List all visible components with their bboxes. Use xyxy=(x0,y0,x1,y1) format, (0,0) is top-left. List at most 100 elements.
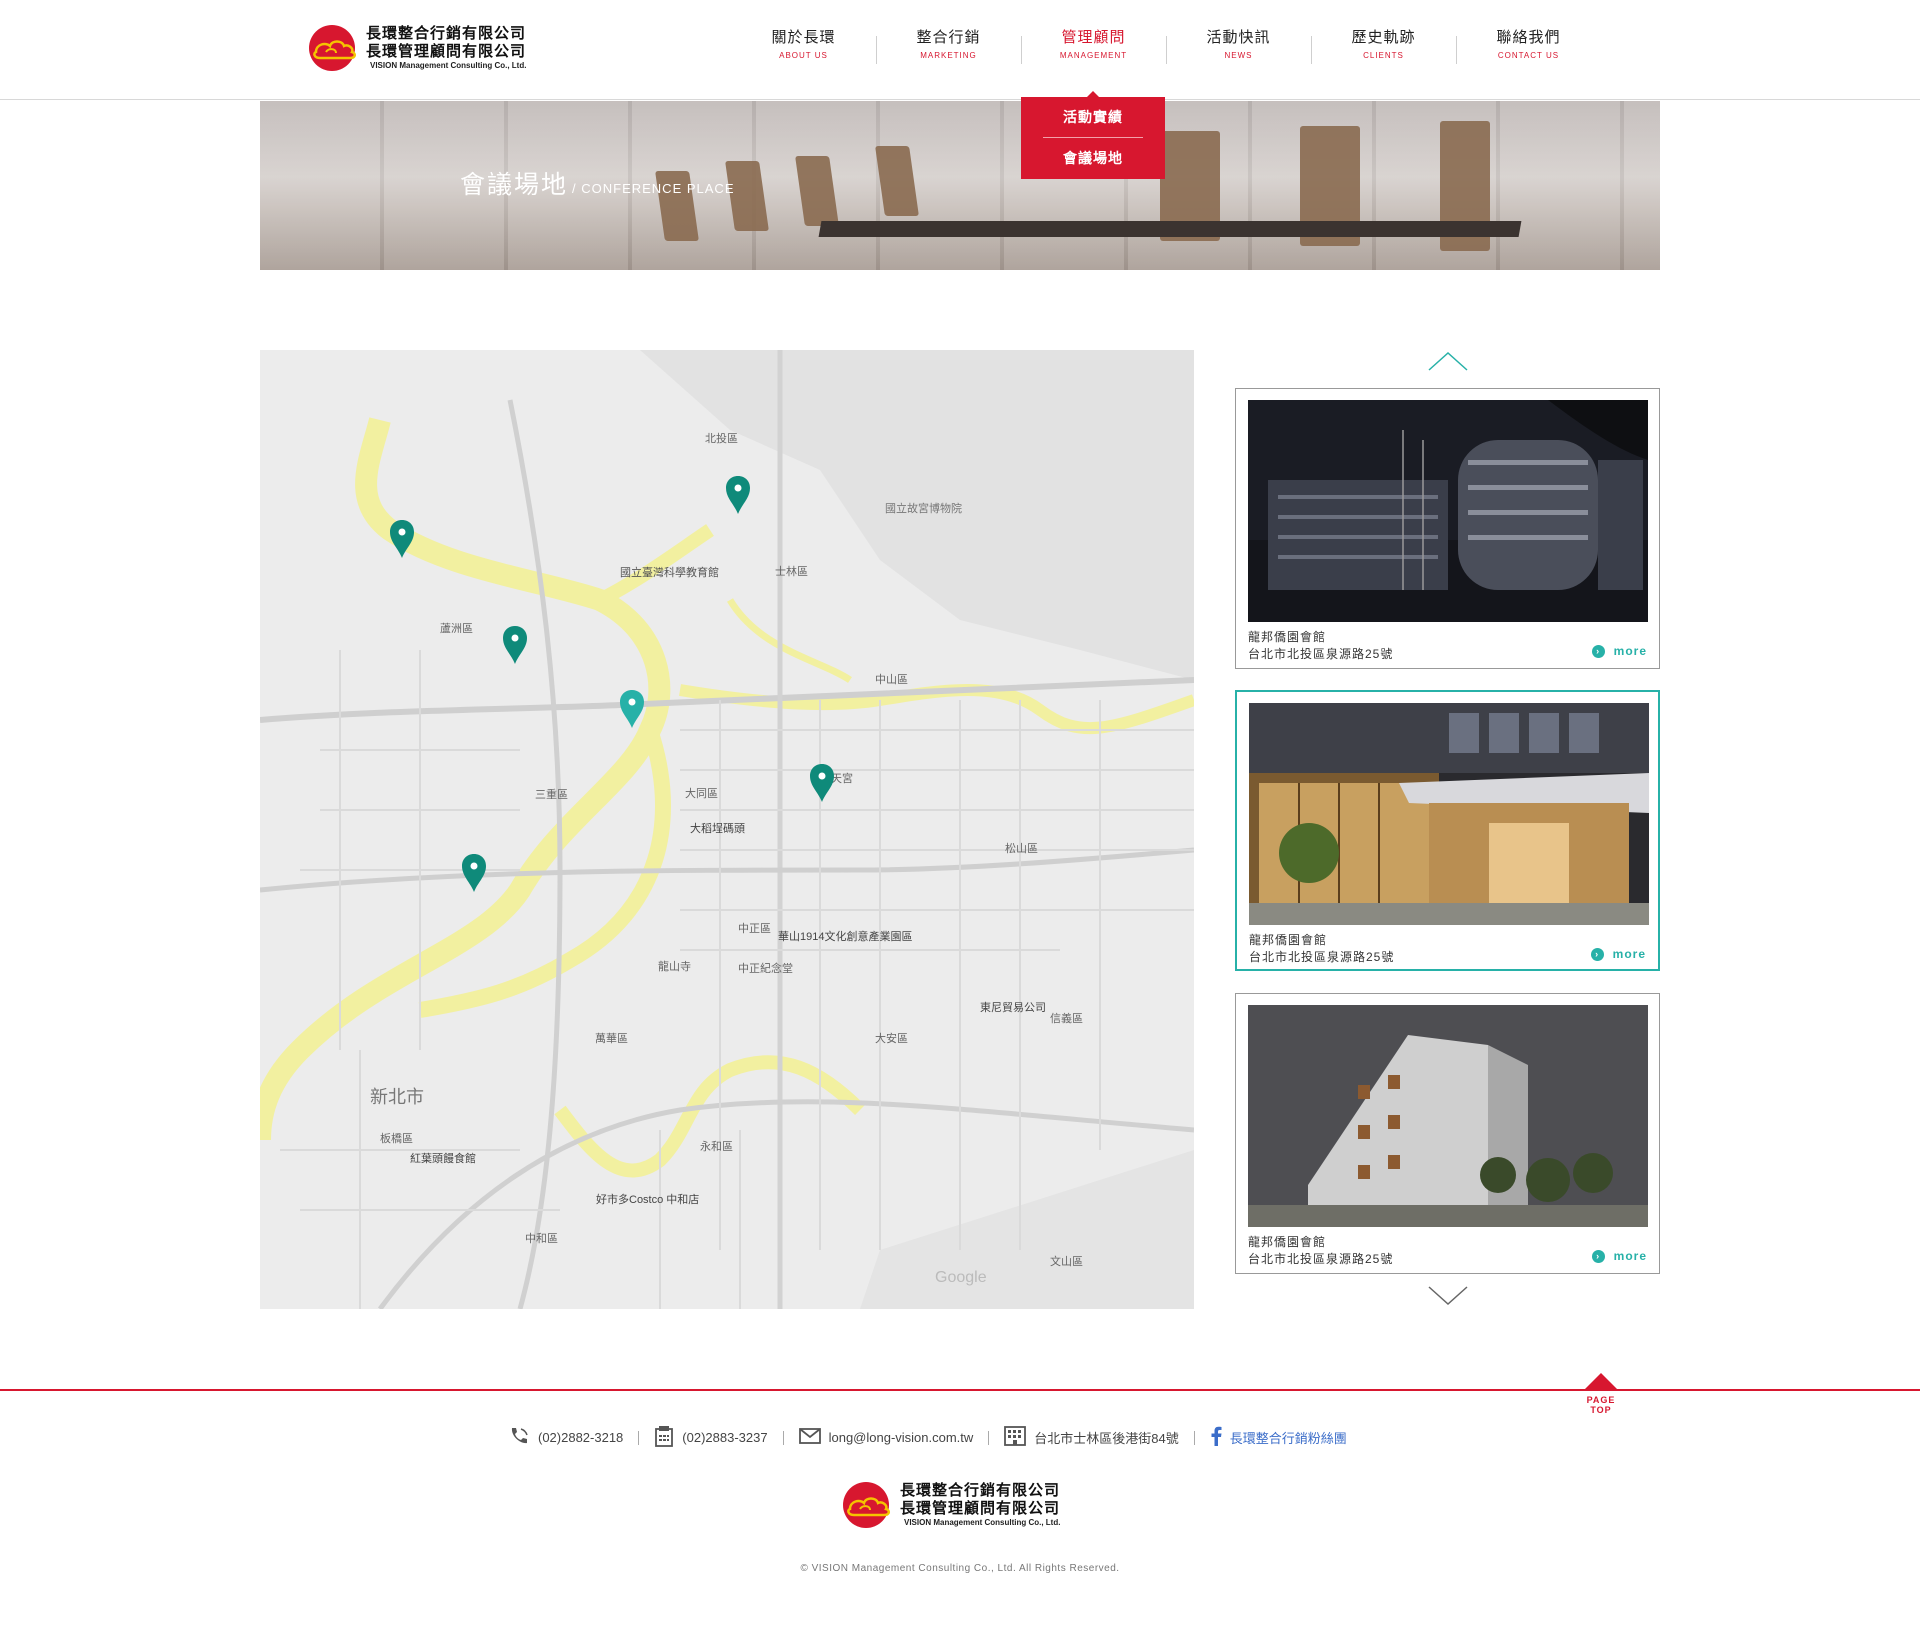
venue-card[interactable]: 龍邦僑園會館 台北市北投區泉源路25號 › more xyxy=(1235,388,1660,669)
map-label: 萬華區 xyxy=(595,1032,628,1045)
chevron-right-icon: › xyxy=(1590,947,1604,961)
nav-item-contact[interactable]: 聯絡我們 CONTACT US xyxy=(1456,28,1601,68)
management-dropdown: 活動實績 會議場地 xyxy=(1021,91,1165,179)
dropdown-item-events[interactable]: 活動實績 xyxy=(1021,97,1165,137)
map-label: 好市多Costco 中和店 xyxy=(596,1192,699,1206)
facebook-link[interactable]: 長環整合行銷粉絲團 xyxy=(1210,1426,1347,1449)
phone-icon xyxy=(508,1426,530,1449)
venue-photo xyxy=(1249,703,1649,925)
contact-fax: (02)2883-3237 xyxy=(654,1425,768,1450)
footer-company-name-english: VISION Management Consulting Co., Ltd. xyxy=(904,1518,1061,1527)
nav-label: 活動快訊 xyxy=(1206,29,1271,46)
footer-logo[interactable]: 長環整合行銷有限公司 長環管理顧問有限公司 VISION Management … xyxy=(842,1481,1060,1529)
company-logo[interactable]: 長環整合行銷有限公司 長環管理顧問有限公司 VISION Management … xyxy=(308,24,526,72)
contact-separator xyxy=(782,1430,784,1445)
contact-info: (02)2882-3218 (02)2883-3237 long@long-vi… xyxy=(508,1425,1347,1450)
nav-label: 關於長環 xyxy=(771,29,836,46)
venue-address: 台北市北投區泉源路25號 xyxy=(1248,1252,1394,1266)
chevron-right-icon: › xyxy=(1591,1249,1605,1263)
map-label: 永和區 xyxy=(700,1139,733,1153)
chevron-right-icon: › xyxy=(1591,644,1605,658)
logo-cloud-icon xyxy=(308,24,360,72)
map-label: 蘆洲區 xyxy=(440,621,473,635)
facebook-label: 長環整合行銷粉絲團 xyxy=(1229,1431,1347,1446)
map-label: 大安區 xyxy=(875,1031,908,1045)
footer-company-name-marketing: 長環整合行銷有限公司 xyxy=(900,1482,1061,1499)
map-label: 大同區 xyxy=(685,786,718,800)
building-icon xyxy=(1004,1426,1027,1449)
nav-label: 聯絡我們 xyxy=(1496,29,1561,46)
page-title: 會議場地 / CONFERENCE PLACE xyxy=(460,165,735,201)
venue-name: 龍邦僑園會館 xyxy=(1248,1235,1327,1249)
map-label: 國立故宮博物院 xyxy=(885,501,962,515)
map-label: 松山區 xyxy=(1005,841,1038,855)
map-label: 國立臺灣科學教育館 xyxy=(620,565,719,579)
nav-label-en: MARKETING xyxy=(920,51,977,60)
venue-more-link[interactable]: › more xyxy=(1591,1249,1647,1263)
nav-label-en: CONTACT US xyxy=(1497,51,1560,60)
facebook-icon xyxy=(1210,1426,1222,1449)
company-name-english: VISION Management Consulting Co., Ltd. xyxy=(370,61,527,70)
contact-separator xyxy=(1193,1430,1195,1445)
scroll-up-arrow-icon[interactable] xyxy=(1428,351,1468,376)
map-label: 信義區 xyxy=(1050,1011,1083,1025)
map-label: 華山1914文化創意產業園區 xyxy=(778,929,912,943)
map-label: 中和區 xyxy=(525,1232,558,1245)
map-label: 北投區 xyxy=(705,431,738,445)
triangle-up-icon xyxy=(1584,1373,1618,1390)
contact-email[interactable]: long@long-vision.com.tw xyxy=(798,1428,973,1447)
venue-address: 台北市北投區泉源路25號 xyxy=(1249,950,1395,964)
map-label: 新北市 xyxy=(370,1087,424,1107)
map-label: 中正紀念堂 xyxy=(738,961,793,975)
nav-label: 歷史軌跡 xyxy=(1351,29,1416,46)
venue-card-active[interactable]: 龍邦僑園會館 台北市北投區泉源路25號 › more xyxy=(1235,690,1660,971)
site-header: 長環整合行銷有限公司 長環管理顧問有限公司 VISION Management … xyxy=(0,0,1920,100)
company-name-consulting: 長環管理顧問有限公司 xyxy=(366,43,527,60)
map-label: 文山區 xyxy=(1050,1254,1083,1268)
venue-address: 台北市北投區泉源路25號 xyxy=(1248,647,1394,661)
map-canvas: 北投區 士林區 中山區 大同區 松山區 中正區 大安區 信義區 萬華區 三重區 … xyxy=(260,350,1194,1309)
page-title-zh: 會議場地 xyxy=(460,171,569,199)
map-label: 龍山寺 xyxy=(658,959,691,973)
nav-item-marketing[interactable]: 整合行銷 MARKETING xyxy=(876,28,1021,68)
contact-address: 台北市士林區後港街84號 xyxy=(1004,1426,1179,1449)
nav-item-news[interactable]: 活動快訊 NEWS xyxy=(1166,28,1311,68)
venue-name: 龍邦僑園會館 xyxy=(1248,630,1327,644)
nav-label-en: MANAGEMENT xyxy=(1059,51,1128,60)
venue-map[interactable]: 北投區 士林區 中山區 大同區 松山區 中正區 大安區 信義區 萬華區 三重區 … xyxy=(260,350,1194,1309)
more-label: more xyxy=(1613,1249,1647,1263)
company-name-marketing: 長環整合行銷有限公司 xyxy=(366,25,527,42)
venue-card[interactable]: 龍邦僑園會館 台北市北投區泉源路25號 › more xyxy=(1235,993,1660,1274)
page: 繁中 簡中 長環整合行銷有限公司 長環管理顧問有限公司 VISION Manag… xyxy=(0,0,1920,1640)
nav-label: 管理顧問 xyxy=(1061,29,1126,46)
contact-separator xyxy=(638,1430,640,1445)
nav-label-en: CLIENTS xyxy=(1363,51,1404,60)
dropdown-item-venues[interactable]: 會議場地 xyxy=(1021,138,1165,178)
scroll-down-arrow-icon[interactable] xyxy=(1428,1286,1468,1311)
venue-photo xyxy=(1248,1005,1648,1227)
nav-item-management[interactable]: 管理顧問 MANAGEMENT xyxy=(1021,28,1166,68)
mail-icon xyxy=(798,1428,821,1447)
contact-separator xyxy=(988,1430,990,1445)
page-top-button[interactable]: PAGE TOP xyxy=(1575,1373,1627,1415)
map-label: 板橋區 xyxy=(380,1131,413,1145)
nav-label-en: ABOUT US xyxy=(779,51,828,60)
map-label: 東尼貿易公司 xyxy=(980,1001,1046,1014)
map-label: 紅葉頭饅食館 xyxy=(410,1151,476,1165)
venue-photo xyxy=(1248,400,1648,622)
contact-phone[interactable]: (02)2882-3218 xyxy=(508,1426,623,1449)
nav-label-en: NEWS xyxy=(1224,51,1253,60)
fax-icon xyxy=(654,1425,674,1450)
more-label: more xyxy=(1612,947,1646,961)
logo-cloud-icon xyxy=(842,1481,894,1529)
venue-more-link[interactable]: › more xyxy=(1590,947,1646,961)
map-label: 士林區 xyxy=(775,564,808,578)
office-address: 台北市士林區後港街84號 xyxy=(1034,1431,1179,1446)
map-label: 三重區 xyxy=(535,787,568,801)
venue-more-link[interactable]: › more xyxy=(1591,644,1647,658)
nav-item-clients[interactable]: 歷史軌跡 CLIENTS xyxy=(1311,28,1456,68)
banner-table-image xyxy=(818,221,1522,237)
nav-item-about[interactable]: 關於長環 ABOUT US xyxy=(731,28,876,68)
venue-name: 龍邦僑園會館 xyxy=(1249,933,1328,947)
page-banner: 會議場地 / CONFERENCE PLACE xyxy=(260,101,1660,270)
